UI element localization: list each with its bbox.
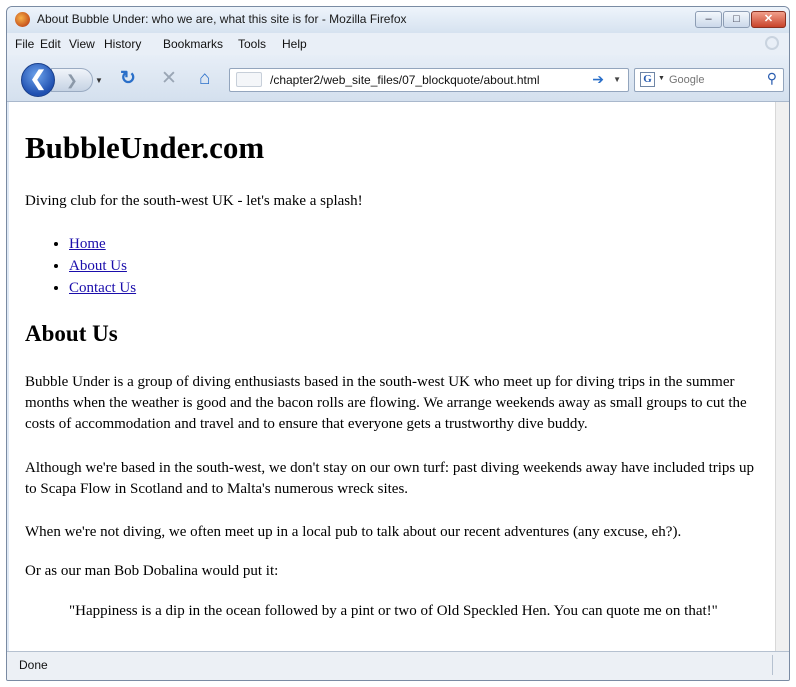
google-engine-icon[interactable]: G — [640, 72, 655, 87]
page-content: BubbleUnder.com Diving club for the sout… — [9, 102, 775, 652]
nav-link-contact[interactable]: Contact Us — [69, 280, 136, 296]
firefox-icon — [15, 12, 30, 27]
window-title: About Bubble Under: who we are, what thi… — [37, 12, 407, 26]
blockquote: "Happiness is a dip in the ocean followe… — [69, 603, 718, 619]
search-bar[interactable]: G ▼ ⚲ — [634, 68, 784, 92]
site-navigation: Home About Us Contact Us — [69, 233, 136, 299]
menu-help[interactable]: Help — [282, 37, 307, 51]
menu-history[interactable]: History — [104, 37, 141, 51]
activity-throbber-icon — [765, 36, 779, 50]
menu-bookmarks[interactable]: Bookmarks — [163, 37, 223, 51]
browser-window: About Bubble Under: who we are, what thi… — [6, 6, 790, 681]
paragraph-pub: When we're not diving, we often meet up … — [25, 524, 682, 540]
menu-edit[interactable]: Edit — [40, 37, 61, 51]
close-button[interactable]: ✕ — [751, 11, 786, 28]
stop-icon[interactable]: ✕ — [161, 69, 177, 89]
status-divider — [772, 655, 773, 675]
menu-tools[interactable]: Tools — [238, 37, 266, 51]
menu-bar: File Edit View History Bookmarks Tools H… — [7, 33, 789, 55]
navigation-toolbar: ❯ ❮ ▼ ↻ ✕ ⌂ /chapter2/web_site_files/07_… — [7, 55, 789, 102]
home-icon[interactable]: ⌂ — [199, 69, 210, 89]
reload-icon[interactable]: ↻ — [120, 69, 136, 89]
go-arrow-icon[interactable]: ➔ — [592, 71, 604, 88]
maximize-button[interactable]: □ — [723, 11, 750, 28]
page-favicon-icon — [236, 72, 262, 87]
site-title: BubbleUnder.com — [25, 130, 265, 165]
back-button[interactable]: ❮ — [21, 63, 55, 97]
minimize-button[interactable]: – — [695, 11, 722, 28]
menu-view[interactable]: View — [69, 37, 95, 51]
page-heading: About Us — [25, 321, 118, 346]
engine-dropdown-icon[interactable]: ▼ — [658, 75, 665, 82]
nav-item-contact: Contact Us — [69, 277, 136, 299]
url-text[interactable]: /chapter2/web_site_files/07_blockquote/a… — [270, 73, 540, 87]
status-bar: Done — [7, 651, 789, 680]
paragraph-trips: Although we're based in the south-west, … — [25, 460, 755, 497]
tagline: Diving club for the south-west UK - let'… — [25, 193, 363, 209]
paragraph-quote-intro: Or as our man Bob Dobalina would put it: — [25, 563, 279, 579]
title-bar: About Bubble Under: who we are, what thi… — [7, 7, 789, 33]
nav-link-home[interactable]: Home — [69, 236, 106, 252]
search-input[interactable] — [669, 72, 759, 88]
url-dropdown-icon[interactable]: ▼ — [613, 75, 621, 84]
nav-item-about: About Us — [69, 255, 136, 277]
vertical-scrollbar[interactable] — [775, 102, 789, 652]
menu-file[interactable]: File — [15, 37, 34, 51]
paragraph-intro: Bubble Under is a group of diving enthus… — [25, 374, 747, 432]
nav-item-home: Home — [69, 233, 136, 255]
search-icon[interactable]: ⚲ — [767, 70, 777, 87]
forward-button[interactable]: ❯ — [51, 68, 93, 92]
nav-link-about[interactable]: About Us — [69, 258, 127, 274]
history-dropdown-icon[interactable]: ▼ — [95, 76, 103, 85]
address-bar[interactable]: /chapter2/web_site_files/07_blockquote/a… — [229, 68, 629, 92]
status-text: Done — [19, 658, 48, 672]
